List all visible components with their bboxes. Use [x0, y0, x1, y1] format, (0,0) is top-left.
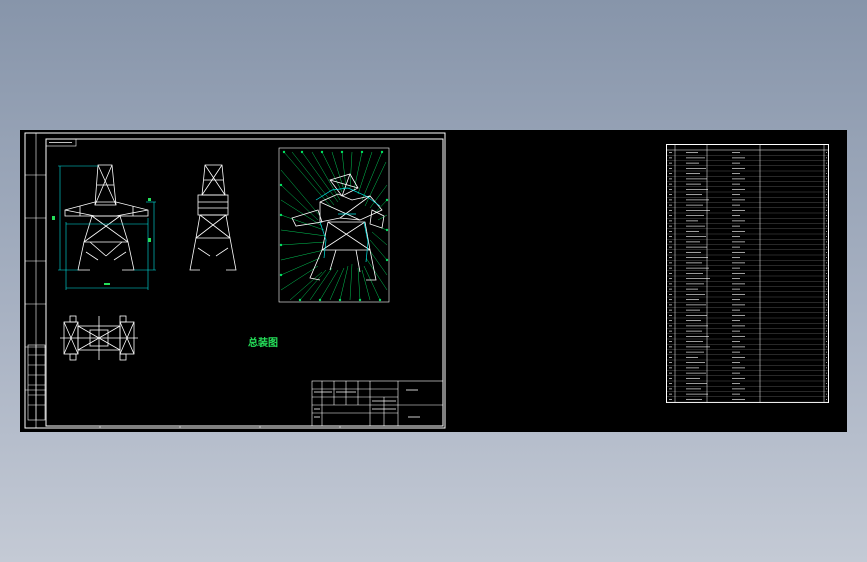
bom-table: [666, 144, 829, 403]
front-view-dim-ticks: [52, 198, 151, 285]
drawing-sheet: [24, 132, 446, 429]
title-block: [311, 380, 444, 427]
tower-front-view: [64, 164, 149, 271]
tower-plan-view: [60, 315, 138, 361]
cad-drawing: [24, 132, 829, 429]
tower-side-view: [189, 164, 237, 271]
drawing-title: 总装图: [248, 338, 278, 349]
exploded-assembly-view: [278, 147, 390, 303]
cad-viewport[interactable]: 总装图: [20, 130, 847, 432]
